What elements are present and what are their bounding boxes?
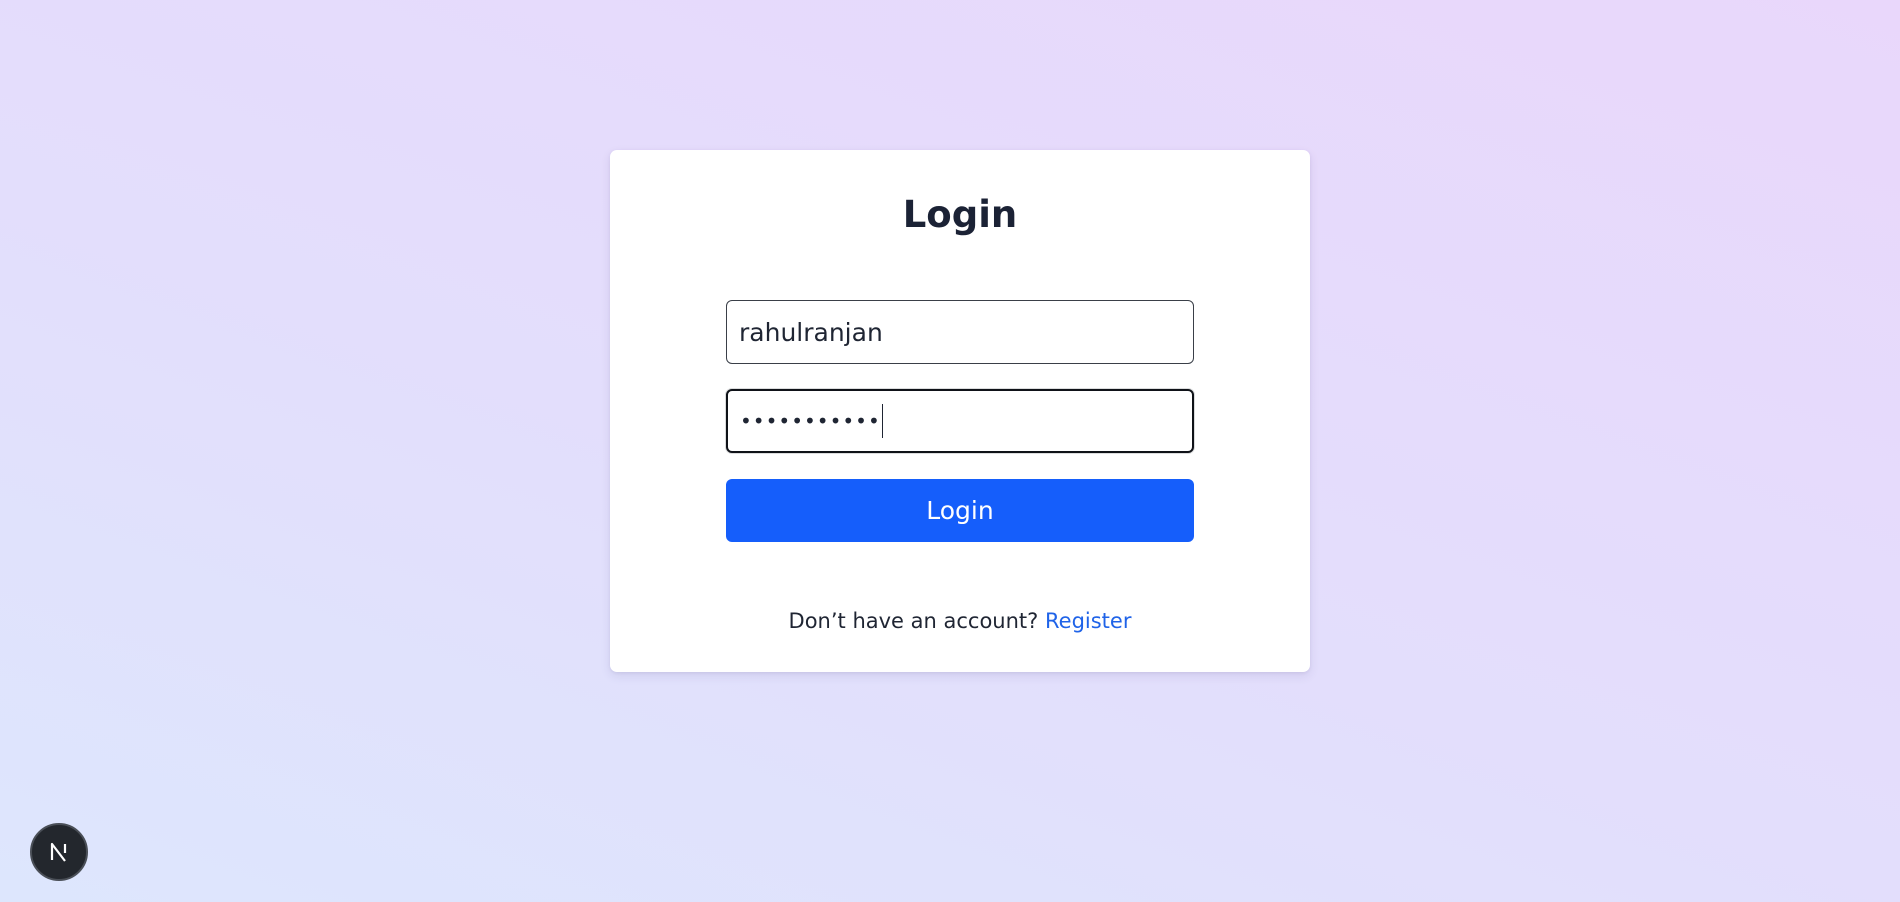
register-link[interactable]: Register <box>1045 609 1131 633</box>
password-masked-value: ••••••••••• <box>740 409 881 433</box>
page-title: Login <box>902 193 1018 236</box>
text-caret <box>881 404 884 438</box>
nextjs-logo-icon <box>50 842 67 862</box>
login-card: Login rahulranjan ••••••••••• Login Don’… <box>610 150 1310 672</box>
password-input[interactable]: ••••••••••• <box>726 389 1194 453</box>
username-value: rahulranjan <box>739 317 883 347</box>
login-button[interactable]: Login <box>726 479 1194 542</box>
register-prompt: Don’t have an account? Register <box>610 606 1310 636</box>
username-input[interactable]: rahulranjan <box>726 300 1194 364</box>
register-prompt-text: Don’t have an account? <box>788 609 1039 633</box>
nextjs-dev-indicator-button[interactable] <box>30 823 88 881</box>
